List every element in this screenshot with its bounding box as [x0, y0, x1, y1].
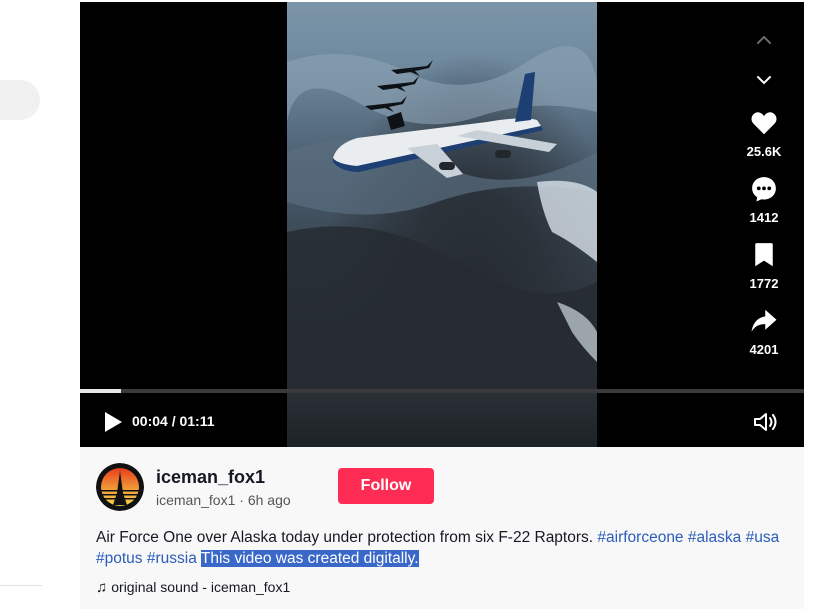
sidebar-divider [0, 585, 42, 586]
hashtag-link[interactable]: #potus [96, 550, 143, 567]
separator-dot: · [239, 492, 244, 508]
video-frame[interactable] [287, 2, 597, 392]
like-count: 25.6K [746, 144, 782, 159]
play-icon[interactable] [102, 410, 124, 434]
author-display-name[interactable]: iceman_fox1 [156, 467, 265, 488]
share-action[interactable]: 4201 [724, 306, 804, 357]
chevron-up-icon[interactable] [752, 28, 776, 52]
hashtag-link[interactable]: #russia [147, 550, 197, 567]
playback-time: 00:04 / 01:11 [132, 413, 215, 429]
hashtag-link[interactable]: #alaska [688, 529, 741, 546]
like-action[interactable]: 25.6K [724, 108, 804, 159]
video-scene [287, 46, 597, 392]
progress-bar[interactable] [80, 389, 804, 393]
bookmark-icon[interactable] [749, 240, 779, 270]
video-player[interactable]: 00:04 / 01:11 25.6K 1412 1772 4201 [80, 2, 804, 447]
heart-icon[interactable] [749, 108, 779, 138]
volume-icon[interactable] [752, 410, 778, 434]
hashtag-link[interactable]: #airforceone [597, 529, 683, 546]
progress-fill [80, 389, 121, 393]
chevron-down-icon[interactable] [752, 68, 776, 92]
digital-creation-label: This video was created digitally. [200, 550, 419, 567]
video-caption: Air Force One over Alaska today under pr… [96, 527, 796, 569]
follow-button[interactable]: Follow [338, 468, 434, 504]
music-note-icon: ♫ [96, 579, 108, 596]
video-frame-lower [287, 392, 597, 447]
sound-label: original sound - iceman_fox1 [111, 579, 291, 595]
share-icon[interactable] [749, 306, 779, 336]
video-info-panel: iceman_fox1 iceman_fox1 · 6h ago Follow … [80, 447, 804, 609]
action-rail: 25.6K 1412 1772 4201 [724, 2, 804, 387]
search-box-edge[interactable] [0, 80, 40, 120]
author-subline: iceman_fox1 · 6h ago [156, 492, 291, 508]
save-action[interactable]: 1772 [724, 240, 804, 291]
save-count: 1772 [749, 276, 779, 291]
comment-count: 1412 [749, 210, 779, 225]
sound-link[interactable]: ♫ original sound - iceman_fox1 [96, 579, 290, 596]
comment-icon[interactable] [749, 174, 779, 204]
author-handle[interactable]: iceman_fox1 [156, 492, 235, 508]
hashtag-link[interactable]: #usa [746, 529, 780, 546]
post-time: 6h ago [247, 492, 291, 508]
avatar[interactable] [96, 463, 144, 511]
share-count: 4201 [749, 342, 779, 357]
caption-text: Air Force One over Alaska today under pr… [96, 529, 598, 546]
comment-action[interactable]: 1412 [724, 174, 804, 225]
